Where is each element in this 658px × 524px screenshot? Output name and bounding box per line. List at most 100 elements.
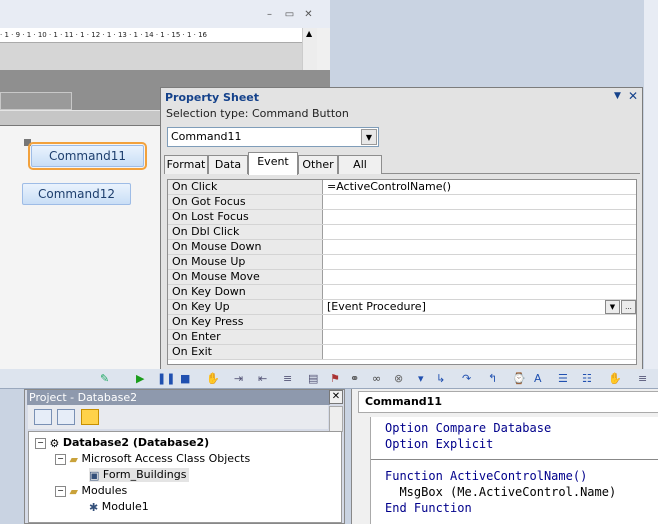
property-row[interactable]: On Dbl Click bbox=[168, 224, 636, 240]
property-name: On Dbl Click bbox=[168, 224, 323, 240]
indent-icon[interactable]: ⇥ bbox=[234, 372, 243, 386]
project-toolbar bbox=[28, 405, 328, 429]
sheet-menu-icon[interactable]: ▼ bbox=[614, 91, 621, 101]
property-value[interactable] bbox=[322, 194, 636, 210]
object-selector-combo[interactable]: Command11 ▼ bbox=[167, 127, 379, 147]
close-icon[interactable]: ✕ bbox=[303, 9, 314, 20]
link-icon[interactable]: ⊗ bbox=[394, 372, 403, 386]
property-value[interactable] bbox=[322, 254, 636, 270]
property-row[interactable]: On Key Down bbox=[168, 284, 636, 300]
close-icon[interactable]: ✕ bbox=[329, 390, 343, 404]
project-icon: ⚙ bbox=[49, 436, 60, 450]
property-value-text: [Event Procedure] bbox=[327, 300, 426, 313]
property-row[interactable]: On Key Up [Event Procedure] ▼... bbox=[168, 299, 636, 315]
tree-root[interactable]: − ⚙ Database2 (Database2) bbox=[35, 436, 209, 450]
project-explorer-title: Project - Database2 bbox=[27, 390, 330, 405]
scroll-up-icon[interactable]: ▲ bbox=[306, 29, 312, 38]
collapse-icon[interactable]: − bbox=[55, 485, 66, 497]
module-icon: ✱ bbox=[89, 500, 99, 514]
watch-icon[interactable]: ⌚ bbox=[512, 372, 526, 386]
property-value[interactable] bbox=[322, 239, 636, 255]
view-code-icon[interactable] bbox=[34, 409, 52, 425]
property-row[interactable]: On Click =ActiveControlName() bbox=[168, 180, 636, 195]
restore-icon[interactable]: ▭ bbox=[284, 9, 295, 20]
collapse-icon[interactable]: − bbox=[35, 437, 46, 449]
help-hand-icon[interactable]: ✋ bbox=[608, 372, 622, 386]
tab-format[interactable]: Format bbox=[164, 155, 208, 174]
toggle-folders-icon[interactable] bbox=[81, 409, 99, 425]
run-icon[interactable]: ▶ bbox=[136, 372, 144, 386]
property-row[interactable]: On Mouse Up bbox=[168, 254, 636, 270]
more-dropdown-icon[interactable]: ▾ bbox=[418, 372, 424, 386]
step-out-icon[interactable]: ↰ bbox=[488, 372, 497, 386]
property-row[interactable]: On Exit bbox=[168, 344, 636, 360]
build-button[interactable]: ... bbox=[621, 300, 636, 314]
tree-folder-label: Modules bbox=[81, 484, 128, 497]
design-mode-icon[interactable]: ✎ bbox=[100, 372, 109, 386]
vbe-toolbar: ✎ ▶ ❚❚ ■ ✋ ⇥ ⇤ ≡ ▤ ⚑ ⚭ ∞ ⊗ ▾ ↳ ↷ ↰ ⌚ A ☰… bbox=[0, 369, 658, 389]
minimize-icon[interactable]: – bbox=[264, 9, 275, 20]
step-into-icon[interactable]: ↳ bbox=[436, 372, 445, 386]
comment-icon[interactable]: ≡ bbox=[283, 372, 292, 386]
view-object-icon[interactable] bbox=[57, 409, 75, 425]
property-name: On Mouse Down bbox=[168, 239, 323, 255]
command12-button[interactable]: Command12 bbox=[22, 183, 131, 205]
property-row[interactable]: On Key Press bbox=[168, 314, 636, 330]
object-dropdown[interactable]: Command11 bbox=[358, 391, 658, 413]
collapse-icon[interactable]: − bbox=[55, 453, 66, 465]
tree-item-label: Module1 bbox=[101, 500, 149, 513]
outdent-icon[interactable]: ⇤ bbox=[258, 372, 267, 386]
tree-item[interactable]: ▣ Form_Buildings bbox=[89, 468, 190, 482]
command11-button[interactable]: Command11 bbox=[28, 142, 147, 170]
tab-all[interactable]: All bbox=[338, 155, 382, 174]
tree-folder[interactable]: − ▰ Microsoft Access Class Objects bbox=[55, 452, 250, 466]
property-row[interactable]: On Mouse Down bbox=[168, 239, 636, 255]
hand-icon[interactable]: ✋ bbox=[206, 372, 220, 386]
bookmark-icon[interactable]: ⚑ bbox=[330, 372, 340, 386]
property-name: On Exit bbox=[168, 344, 323, 360]
property-value[interactable] bbox=[322, 224, 636, 240]
property-table: On Click =ActiveControlName() On Got Focu… bbox=[168, 180, 636, 360]
property-value[interactable] bbox=[322, 209, 636, 225]
stop-icon[interactable]: ■ bbox=[180, 372, 190, 386]
tree-item[interactable]: ✱ Module1 bbox=[89, 500, 149, 514]
pause-icon[interactable]: ❚❚ bbox=[157, 372, 175, 386]
selection-handle[interactable] bbox=[24, 139, 31, 146]
property-value[interactable] bbox=[322, 329, 636, 345]
selection-type-label: Selection type: Command Button bbox=[166, 107, 349, 120]
property-row[interactable]: On Mouse Move bbox=[168, 269, 636, 285]
form-icon: ▣ bbox=[89, 468, 100, 482]
list-icon[interactable]: ▤ bbox=[308, 372, 318, 386]
detail-section-bar[interactable] bbox=[0, 110, 170, 126]
design-background bbox=[0, 43, 302, 70]
step-over-icon[interactable]: ↷ bbox=[462, 372, 471, 386]
tree-folder[interactable]: − ▰ Modules bbox=[55, 484, 127, 498]
close-icon[interactable]: ✕ bbox=[628, 89, 638, 103]
font-icon[interactable]: A bbox=[534, 372, 542, 386]
property-value[interactable] bbox=[322, 314, 636, 330]
property-value[interactable] bbox=[322, 344, 636, 360]
options-icon[interactable]: ≡ bbox=[638, 372, 647, 386]
tab-event[interactable]: Event bbox=[248, 152, 298, 175]
tab-data[interactable]: Data bbox=[208, 155, 248, 174]
property-name: On Enter bbox=[168, 329, 323, 345]
chevron-down-icon[interactable]: ▼ bbox=[361, 129, 377, 145]
chevron-down-icon[interactable]: ▼ bbox=[605, 300, 620, 314]
project-tree: − ⚙ Database2 (Database2) − ▰ Microsoft … bbox=[28, 431, 342, 523]
property-value[interactable] bbox=[322, 269, 636, 285]
align-right-icon[interactable]: ☷ bbox=[582, 372, 592, 386]
align-left-icon[interactable]: ☰ bbox=[558, 372, 568, 386]
glasses-icon[interactable]: ∞ bbox=[372, 372, 381, 386]
code-line: Option Compare Database bbox=[385, 421, 552, 435]
property-row[interactable]: On Got Focus bbox=[168, 194, 636, 210]
property-row[interactable]: On Lost Focus bbox=[168, 209, 636, 225]
code-editor[interactable]: Option Compare Database Option Explicit … bbox=[370, 417, 658, 524]
property-value[interactable] bbox=[322, 284, 636, 300]
code-window: Command11 Option Compare Database Option… bbox=[351, 389, 658, 524]
binoculars-icon[interactable]: ⚭ bbox=[350, 372, 359, 386]
tab-other[interactable]: Other bbox=[298, 155, 338, 174]
pane-scrollbar[interactable] bbox=[329, 406, 343, 432]
property-row[interactable]: On Enter bbox=[168, 329, 636, 345]
property-value[interactable]: =ActiveControlName() bbox=[322, 180, 636, 195]
property-value-active[interactable]: [Event Procedure] ▼... bbox=[322, 299, 636, 315]
